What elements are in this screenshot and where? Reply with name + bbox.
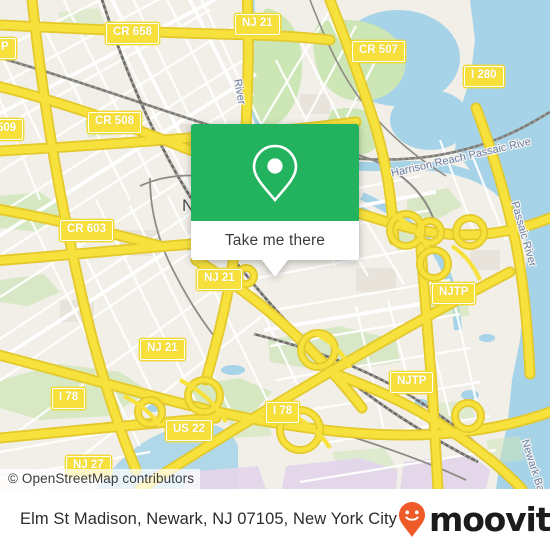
road-shield[interactable]: I 78 [52, 388, 86, 409]
road-shield[interactable]: CR 508 [88, 112, 141, 133]
road-shield[interactable]: I 280 [464, 66, 504, 87]
road-shield[interactable]: NJ 21 [235, 14, 280, 35]
road-shield[interactable]: US 22 [166, 420, 212, 441]
take-me-there-button[interactable]: Take me there [191, 221, 359, 260]
road-shield[interactable]: CR 507 [352, 41, 405, 62]
footer-bar: Elm St Madison, Newark, NJ 07105, New Yo… [0, 489, 550, 550]
take-me-there-label: Take me there [224, 231, 326, 249]
callout-tail [262, 260, 288, 277]
road-shield[interactable]: CR 658 [106, 23, 159, 44]
road-shield[interactable]: P [0, 38, 16, 59]
road-shield[interactable]: CR 603 [60, 220, 113, 241]
address-text: Elm St Madison, Newark, NJ 07105, New Yo… [20, 510, 398, 528]
osm-attribution[interactable]: © OpenStreetMap contributors [0, 469, 201, 489]
moovit-wordmark: moovit [429, 500, 550, 539]
road-shield[interactable]: 509 [0, 119, 24, 140]
road-shield[interactable]: NJTP [432, 283, 476, 304]
map-pin-icon [252, 144, 298, 202]
moovit-map-card: River Harrison Reach Passaic Rive Passai… [0, 0, 550, 550]
moovit-logo[interactable]: moovit [397, 501, 550, 539]
location-pin-smile-icon [399, 501, 426, 537]
road-shield[interactable]: NJ 21 [197, 269, 242, 290]
road-shield[interactable]: NJ 21 [140, 339, 185, 360]
callout-pin-area [191, 124, 359, 221]
location-callout[interactable]: Take me there [191, 124, 359, 277]
road-shield[interactable]: I 78 [266, 402, 300, 423]
road-shield[interactable]: NJTP [390, 372, 434, 393]
map-canvas[interactable]: River Harrison Reach Passaic Rive Passai… [0, 0, 550, 489]
